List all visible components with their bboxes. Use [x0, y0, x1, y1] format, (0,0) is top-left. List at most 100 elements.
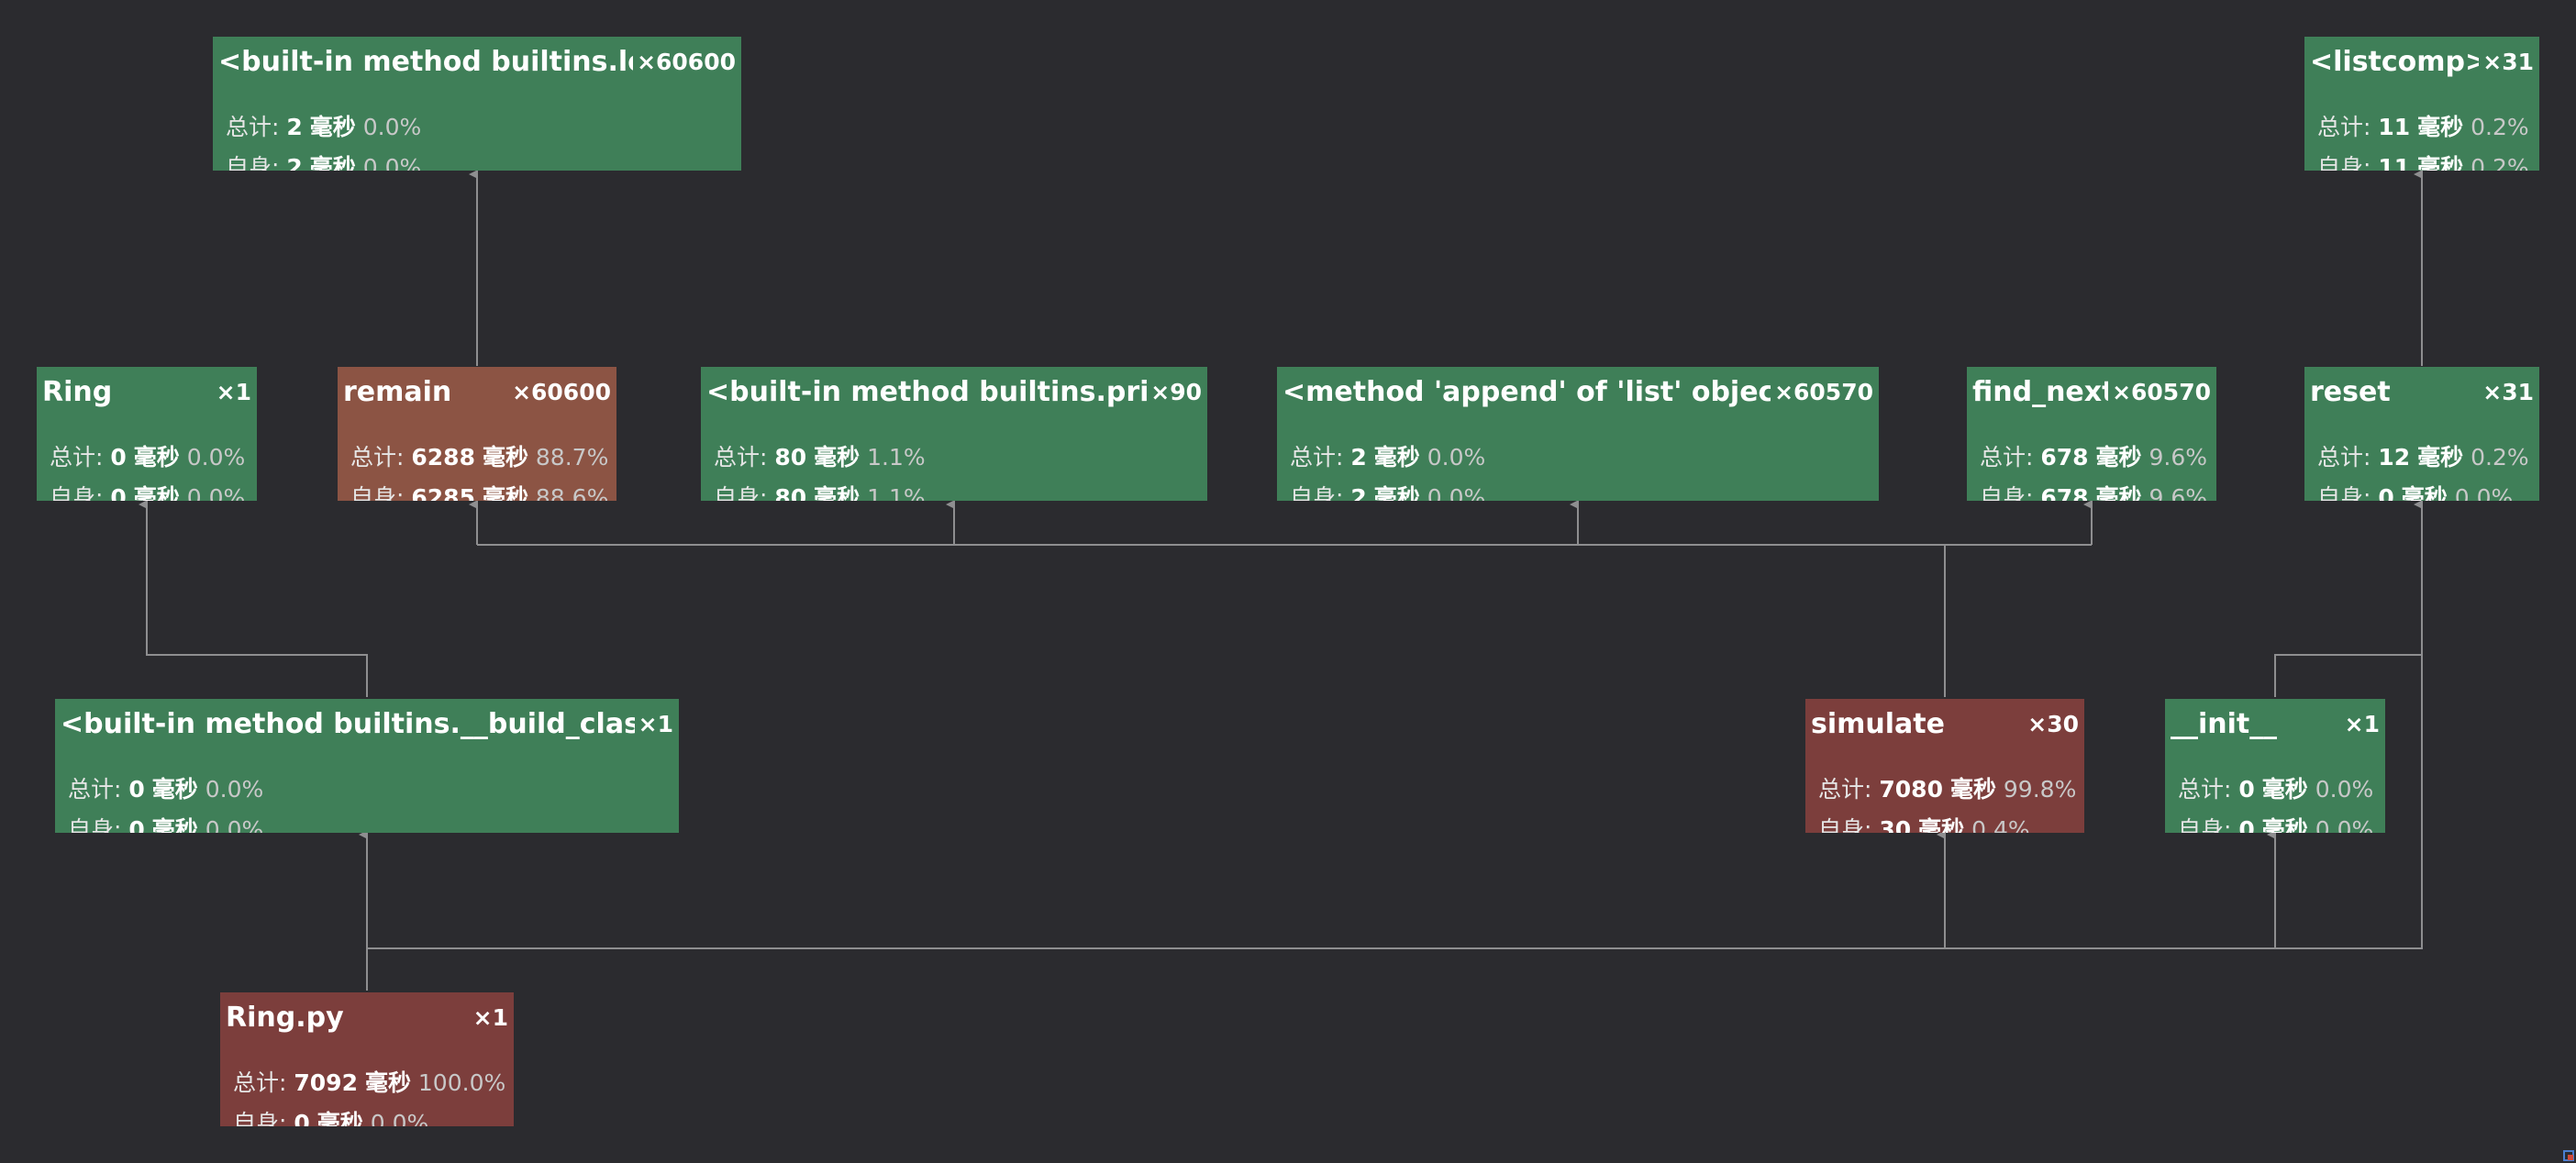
node-name: remain — [343, 375, 452, 408]
node-name: __init__ — [2171, 707, 2278, 740]
node-self-row: 自身: 2 毫秒 0.0% — [226, 152, 738, 171]
total-value: 0 — [2238, 776, 2255, 803]
total-value: 12 — [2378, 444, 2411, 471]
self-percent: 0.0% — [2315, 816, 2374, 833]
unit-label: 毫秒 — [2417, 114, 2464, 140]
node-self-row: 自身: 0 毫秒 0.0% — [68, 814, 675, 833]
self-percent: 9.6% — [2149, 484, 2208, 501]
node-builtins-len[interactable]: <built-in method builtins.len>×60600 总计:… — [213, 37, 741, 171]
node-call-count: ×60600 — [637, 48, 736, 75]
unit-label: 毫秒 — [1373, 484, 1420, 501]
total-label: 总计: — [1818, 776, 1872, 803]
node-reset[interactable]: reset ×31 总计: 12 毫秒 0.2% 自身: 0 毫秒 0.0% — [2304, 367, 2539, 501]
node-self-row: 自身: 30 毫秒 0.4% — [1818, 814, 2081, 833]
node-name: find_next — [1972, 375, 2109, 408]
total-percent: 0.0% — [205, 776, 264, 803]
self-label: 自身: — [233, 1110, 287, 1126]
resize-grip-icon[interactable] — [2563, 1150, 2574, 1161]
call-edges — [139, 170, 2423, 991]
node-call-count: ×1 — [638, 710, 673, 737]
total-label: 总计: — [1980, 444, 2034, 471]
node-total-row: 总计: 0 毫秒 0.0% — [50, 442, 253, 473]
node-remain[interactable]: remain ×60600 总计: 6288 毫秒 88.7% 自身: 6285 … — [338, 367, 616, 501]
node-ring[interactable]: Ring ×1 总计: 0 毫秒 0.0% 自身: 0 毫秒 0.0% — [37, 367, 257, 501]
self-label: 自身: — [714, 484, 768, 501]
node-total-row: 总计: 12 毫秒 0.2% — [2317, 442, 2536, 473]
node-self-row: 自身: 0 毫秒 0.0% — [50, 482, 253, 501]
node-simulate[interactable]: simulate ×30 总计: 7080 毫秒 99.8% 自身: 30 毫秒 … — [1805, 699, 2084, 833]
unit-label: 毫秒 — [814, 444, 861, 471]
node-total-row: 总计: 80 毫秒 1.1% — [714, 442, 1204, 473]
self-percent: 0.0% — [362, 154, 422, 171]
total-percent: 99.8% — [2003, 776, 2077, 803]
self-percent: 88.6% — [535, 484, 609, 501]
total-value: 80 — [774, 444, 807, 471]
node-call-count: ×1 — [216, 378, 251, 405]
self-percent: 0.0% — [205, 816, 264, 833]
node-builtins-build-class[interactable]: <built-in method builtins.__build_class_… — [55, 699, 679, 833]
self-label: 自身: — [1818, 816, 1872, 833]
total-value: 7092 — [294, 1069, 358, 1096]
node-self-row: 自身: 6285 毫秒 88.6% — [350, 482, 613, 501]
self-percent: 0.0% — [186, 484, 246, 501]
self-value: 6285 — [411, 484, 475, 501]
total-percent: 1.1% — [867, 444, 926, 471]
unit-label: 毫秒 — [482, 484, 528, 501]
total-label: 总计: — [2317, 444, 2371, 471]
node-call-count: ×90 — [1150, 378, 1202, 405]
total-label: 总计: — [2178, 776, 2232, 803]
self-label: 自身: — [1290, 484, 1344, 501]
unit-label: 毫秒 — [133, 484, 180, 501]
self-percent: 1.1% — [867, 484, 926, 501]
node-total-row: 总计: 7092 毫秒 100.0% — [233, 1068, 510, 1099]
self-value: 80 — [774, 484, 807, 501]
total-percent: 100.0% — [417, 1069, 506, 1096]
node-listcomp[interactable]: <listcomp> ×31 总计: 11 毫秒 0.2% 自身: 11 毫秒 0… — [2304, 37, 2539, 171]
total-percent: 9.6% — [2149, 444, 2208, 471]
unit-label: 毫秒 — [482, 444, 528, 471]
unit-label: 毫秒 — [814, 484, 861, 501]
total-percent: 0.2% — [2471, 114, 2529, 140]
total-label: 总计: — [2317, 114, 2371, 140]
node-self-row: 自身: 2 毫秒 0.0% — [1290, 482, 1875, 501]
total-label: 总计: — [714, 444, 768, 471]
self-percent: 0.0% — [2454, 484, 2514, 501]
unit-label: 毫秒 — [1373, 444, 1420, 471]
unit-label: 毫秒 — [2417, 444, 2464, 471]
total-value: 6288 — [411, 444, 475, 471]
node-call-count: ×31 — [2482, 48, 2534, 75]
node-name: <method 'append' of 'list' objects> — [1282, 375, 1771, 408]
node-name: <built-in method builtins.print> — [706, 375, 1148, 408]
self-value: 2 — [1350, 484, 1367, 501]
total-value: 0 — [110, 444, 127, 471]
total-label: 总计: — [50, 444, 104, 471]
node-find-next[interactable]: find_next ×60570 总计: 678 毫秒 9.6% 自身: 678 … — [1967, 367, 2216, 501]
unit-label: 毫秒 — [2401, 484, 2448, 501]
self-value: 0 — [110, 484, 127, 501]
node-total-row: 总计: 11 毫秒 0.2% — [2317, 112, 2536, 143]
node-ring-py[interactable]: Ring.py ×1 总计: 7092 毫秒 100.0% 自身: 0 毫秒 0.… — [220, 992, 514, 1126]
self-label: 自身: — [350, 484, 405, 501]
total-label: 总计: — [68, 776, 122, 803]
edge-build-class-to-ring — [139, 500, 368, 697]
node-name: Ring.py — [226, 1001, 344, 1034]
node-list-append[interactable]: <method 'append' of 'list' objects>×6057… — [1277, 367, 1879, 501]
edge-init-to-reset — [2274, 500, 2423, 697]
total-percent: 0.0% — [2315, 776, 2374, 803]
total-label: 总计: — [233, 1069, 287, 1096]
node-builtins-print[interactable]: <built-in method builtins.print>×90 总计: … — [701, 367, 1207, 501]
unit-label: 毫秒 — [2095, 484, 2142, 501]
self-label: 自身: — [2317, 484, 2371, 501]
node-self-row: 自身: 0 毫秒 0.0% — [2178, 814, 2382, 833]
unit-label: 毫秒 — [309, 154, 356, 171]
node-self-row: 自身: 678 毫秒 9.6% — [1980, 482, 2213, 501]
unit-label: 毫秒 — [316, 1110, 363, 1126]
self-percent: 0.2% — [2471, 154, 2529, 171]
node-total-row: 总计: 0 毫秒 0.0% — [2178, 774, 2382, 805]
unit-label: 毫秒 — [309, 114, 356, 140]
unit-label: 毫秒 — [364, 1069, 411, 1096]
self-label: 自身: — [1980, 484, 2034, 501]
node-init[interactable]: __init__ ×1 总计: 0 毫秒 0.0% 自身: 0 毫秒 0.0% — [2165, 699, 2385, 833]
self-label: 自身: — [2317, 154, 2371, 171]
unit-label: 毫秒 — [2261, 776, 2308, 803]
